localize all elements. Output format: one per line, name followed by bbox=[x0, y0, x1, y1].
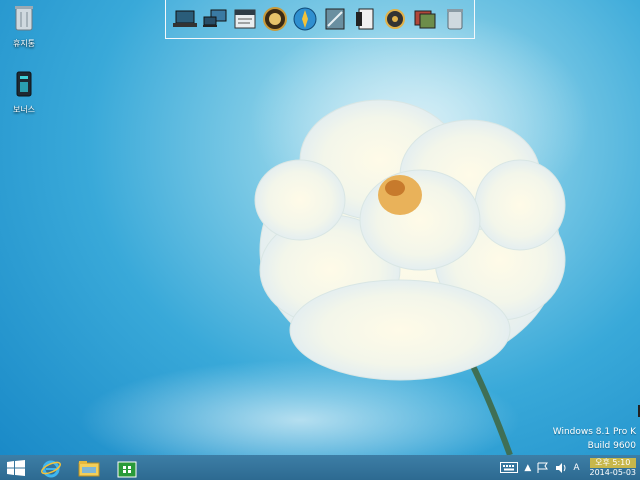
keyboard-icon[interactable] bbox=[500, 462, 519, 473]
monitor-laptop-icon bbox=[203, 9, 227, 27]
gear-star-icon bbox=[385, 9, 405, 29]
desktop-icon-label: 보너스 bbox=[12, 105, 36, 114]
notepad-icon bbox=[234, 9, 256, 29]
store-icon bbox=[117, 461, 137, 477]
globe-compass-icon bbox=[293, 7, 317, 31]
dock-item-clock-face[interactable] bbox=[261, 5, 289, 33]
dock-item-laptop[interactable] bbox=[171, 5, 199, 33]
input-language-indicator[interactable]: A bbox=[573, 463, 579, 473]
clock-date: 2014-05-03 bbox=[589, 467, 637, 477]
desktop-icon-bonus[interactable]: 보너스 bbox=[0, 70, 48, 115]
top-dock-launcher bbox=[165, 0, 475, 39]
taskbar-internet-explorer[interactable] bbox=[32, 455, 70, 480]
network-flag-icon[interactable] bbox=[537, 462, 549, 474]
dock-item-notepad[interactable] bbox=[231, 5, 259, 33]
watermark-build: Build 9600 bbox=[587, 441, 636, 451]
tray-overflow-chevron[interactable]: ▲ bbox=[524, 463, 531, 473]
dock-item-ruler-edit[interactable] bbox=[321, 5, 349, 33]
taskbar-clock[interactable]: 오후 5:10 2014-05-03 bbox=[589, 457, 637, 478]
photo-stack-icon bbox=[414, 10, 436, 29]
clock-face-icon bbox=[263, 7, 287, 31]
recycle-bin-icon bbox=[15, 6, 33, 31]
dock-item-trash-can[interactable] bbox=[441, 5, 469, 33]
document-icon bbox=[356, 8, 374, 30]
trash-can-icon bbox=[447, 9, 463, 30]
wallpaper-flower bbox=[80, 10, 590, 455]
dock-item-gear-star[interactable] bbox=[381, 5, 409, 33]
file-explorer-icon bbox=[78, 460, 100, 476]
server-tower-icon bbox=[16, 71, 32, 97]
taskbar: ▲ A 오후 5:10 2014-05-03 bbox=[0, 455, 640, 480]
os-watermark: Windows 8.1 Pro K Build 9600 bbox=[553, 427, 636, 451]
system-tray: ▲ A 오후 5:10 2014-05-03 bbox=[500, 455, 640, 480]
windows-start-icon bbox=[7, 459, 25, 476]
dock-item-photo-stack[interactable] bbox=[411, 5, 439, 33]
laptop-icon bbox=[173, 10, 197, 27]
taskbar-file-explorer[interactable] bbox=[70, 455, 108, 480]
dock-item-globe-compass[interactable] bbox=[291, 5, 319, 33]
clock-time: 오후 5:10 bbox=[589, 457, 636, 468]
watermark-edition: Windows 8.1 Pro K bbox=[552, 427, 636, 437]
taskbar-store[interactable] bbox=[108, 455, 146, 480]
internet-explorer-icon bbox=[41, 460, 61, 477]
dock-item-monitor-laptop[interactable] bbox=[201, 5, 229, 33]
start-button[interactable] bbox=[0, 455, 32, 480]
desktop-icon-recycle-bin[interactable]: 휴지통 bbox=[0, 4, 48, 49]
desktop-icon-label: 휴지통 bbox=[12, 39, 36, 48]
volume-icon[interactable] bbox=[555, 462, 567, 474]
dock-item-document[interactable] bbox=[351, 5, 379, 33]
ruler-edit-icon bbox=[325, 8, 345, 30]
